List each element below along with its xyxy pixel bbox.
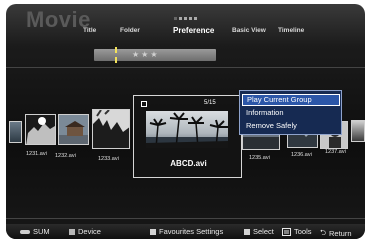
focused-filename: ABCD.avi (170, 159, 207, 168)
thumbnail-filename: 1231.avi (26, 151, 47, 157)
thumbnail-filename: 1237.avi (325, 149, 346, 155)
select-label: Select (253, 227, 274, 236)
thumbnail[interactable] (351, 120, 365, 142)
tools-menu: Play Current Group Information Remove Sa… (239, 90, 342, 135)
sort-cursor-icon (114, 47, 118, 63)
menu-item-remove-safely[interactable]: Remove Safely (242, 120, 340, 132)
device-label: Device (78, 227, 101, 236)
divider (6, 218, 365, 219)
tab-title[interactable]: Title (83, 27, 96, 34)
thumbnail-image (93, 110, 129, 148)
tools-icon (282, 227, 291, 236)
select-button[interactable]: Select (244, 227, 274, 236)
page-dot (184, 17, 187, 20)
page-dot (179, 17, 182, 20)
page-dot (174, 17, 177, 20)
sum-button[interactable]: SUM (20, 227, 50, 236)
thumbnail[interactable] (92, 109, 130, 149)
media-browser-screen: Movie Title Folder Preference Basic View… (6, 4, 365, 239)
yellow-button-icon (150, 228, 156, 235)
app-title: Movie (26, 7, 91, 32)
tab-preference[interactable]: Preference (173, 26, 214, 35)
return-label: Return (329, 229, 352, 238)
thumbnail[interactable] (58, 114, 89, 145)
tab-folder[interactable]: Folder (120, 27, 140, 34)
focused-thumbnail-image (146, 111, 228, 148)
checkbox-icon[interactable] (141, 101, 147, 107)
thumbnail-filename: 1235.avi (249, 155, 270, 161)
sum-label: SUM (33, 227, 50, 236)
footer-bar: SUM Device Favourites Settings Select To… (6, 224, 365, 239)
page-indicator (174, 17, 197, 20)
device-icon (69, 228, 75, 235)
tools-button[interactable]: Tools (282, 227, 312, 236)
menu-item-information[interactable]: Information (242, 107, 340, 119)
blue-button-icon (244, 228, 250, 235)
thumbnail[interactable] (9, 121, 22, 143)
thumbnail[interactable] (25, 114, 56, 145)
device-button[interactable]: Device (69, 227, 101, 236)
return-button[interactable]: ⮌ Return (320, 227, 352, 239)
thumbnail-filename: 1236.avi (291, 152, 312, 158)
thumbnail-image (26, 115, 55, 144)
menu-item-play-current-group[interactable]: Play Current Group (242, 94, 340, 106)
item-counter: 5/15 (204, 100, 216, 106)
favourites-settings-label: Favourites Settings (159, 227, 224, 236)
divider (6, 67, 365, 68)
preference-sort-bar[interactable]: ★★★ (94, 47, 216, 63)
favourites-settings-button[interactable]: Favourites Settings (150, 227, 223, 236)
page-dot (194, 17, 197, 20)
return-icon: ⮌ (320, 228, 327, 237)
preference-rating: ★★★ (132, 50, 160, 59)
focused-thumbnail[interactable]: 5/15 ABCD.avi (133, 95, 242, 178)
page-dot (189, 17, 192, 20)
tools-label: Tools (294, 227, 312, 236)
tab-basic-view[interactable]: Basic View (232, 27, 266, 34)
thumbnail-filename: 1233.avi (98, 156, 119, 162)
thumbnail-image (59, 115, 88, 144)
tab-timeline[interactable]: Timeline (278, 27, 304, 34)
thumbnail-filename: 1232.avi (55, 153, 76, 159)
sum-icon (20, 229, 30, 234)
